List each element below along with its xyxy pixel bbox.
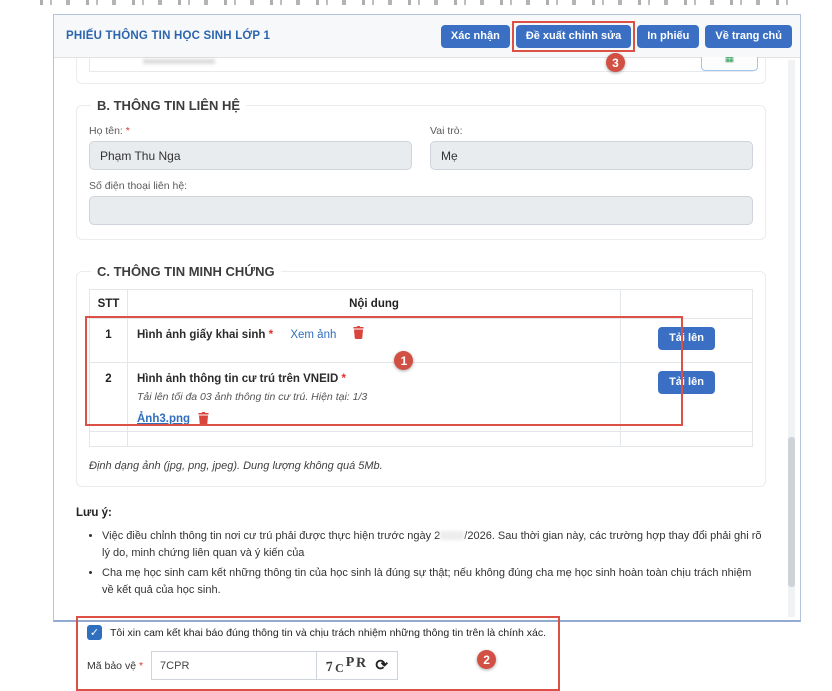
role-input[interactable]: Mẹ (430, 141, 753, 170)
col-header-actions (621, 290, 753, 319)
col-header-content: Nội dung (128, 290, 621, 319)
print-button[interactable]: In phiếu (637, 25, 699, 48)
clipped-text-remnant (40, 0, 792, 5)
row2-index: 2 (90, 363, 128, 432)
annotation-step-3: 3 (606, 53, 625, 72)
section-a-inner-fragment: ▦ (89, 58, 753, 72)
annotation-step-2: 2 (477, 650, 496, 669)
note-item-1: Việc điều chỉnh thông tin nơi cư trú phả… (102, 528, 766, 561)
delete-image-icon[interactable] (353, 326, 364, 339)
confirm-button[interactable]: Xác nhận (441, 25, 510, 48)
upload-button-row1[interactable]: Tải lên (658, 327, 715, 350)
section-b-title: B. THÔNG TIN LIÊN HỆ (91, 98, 246, 113)
view-image-link[interactable]: Xem ảnh (290, 329, 336, 341)
phone-label: Số điện thoại liên hệ: (89, 180, 753, 192)
row1-title: Hình ảnh giấy khai sinh * (137, 326, 276, 341)
required-mark: * (126, 125, 130, 137)
home-button[interactable]: Về trang chủ (705, 25, 792, 48)
section-b: B. THÔNG TIN LIÊN HỆ Họ tên: * Phạm Thu … (76, 98, 766, 240)
col-header-stt: STT (90, 290, 128, 319)
section-a-fragment: ▦ (76, 58, 766, 84)
propose-edit-button[interactable]: Đề xuất chỉnh sửa (516, 25, 631, 48)
student-info-panel: PHIẾU THÔNG TIN HỌC SINH LỚP 1 Xác nhận … (53, 14, 801, 622)
commit-checkbox-label: Tôi xin cam kết khai báo đúng thông tin … (110, 627, 546, 639)
field-fullname: Họ tên: * Phạm Thu Nga (89, 123, 412, 170)
table-header-row: STT Nội dung (90, 290, 753, 319)
notes-label: Lưu ý: (76, 507, 766, 519)
fullname-input[interactable]: Phạm Thu Nga (89, 141, 412, 170)
refresh-captcha-icon[interactable]: ⟳ (375, 658, 388, 673)
section-c: C. THÔNG TIN MINH CHỨNG STT Nội dung 1 (76, 264, 766, 487)
captcha-image: 7CPR ⟳ (317, 652, 397, 679)
table-empty-row (90, 432, 753, 447)
excel-icon: ▦ (725, 57, 734, 64)
note-item-2: Cha mẹ học sinh cam kết những thông tin … (102, 565, 766, 598)
commit-checkbox[interactable] (87, 625, 102, 640)
table-row: 1 Hình ảnh giấy khai sinh * Xem ảnh (90, 319, 753, 363)
uploaded-file-link[interactable]: Ảnh3.png (137, 413, 190, 425)
panel-header: PHIẾU THÔNG TIN HỌC SINH LỚP 1 Xác nhận … (54, 15, 800, 58)
phone-input[interactable] (89, 196, 753, 225)
evidence-table: STT Nội dung 1 Hình ảnh giấy khai sinh * (89, 289, 753, 447)
field-phone: Số điện thoại liên hệ: (89, 180, 753, 225)
field-role: Vai trò: Mẹ (430, 123, 753, 170)
table-row: 2 Hình ảnh thông tin cư trú trên VNEID *… (90, 363, 753, 432)
form-content: ▦ B. THÔNG TIN LIÊN HỆ Họ tên: * Phạm Th… (54, 58, 800, 691)
notes-block: Lưu ý: Việc điều chỉnh thông tin nơi cư … (76, 507, 766, 598)
commit-block: Tôi xin cam kết khai báo đúng thông tin … (76, 616, 560, 691)
page-title: PHIẾU THÔNG TIN HỌC SINH LỚP 1 (66, 30, 435, 42)
redacted-date (440, 531, 464, 540)
delete-file-icon[interactable] (198, 412, 209, 425)
export-button-partial[interactable]: ▦ (701, 57, 758, 71)
image-format-note: Định dạng ảnh (jpg, png, jpeg). Dung lượ… (89, 460, 753, 472)
row1-index: 1 (90, 319, 128, 363)
role-label: Vai trò: (430, 125, 753, 137)
row2-note: Tải lên tối đa 03 ảnh thông tin cư trú. … (137, 391, 611, 403)
evidence-table-wrap: STT Nội dung 1 Hình ảnh giấy khai sinh * (89, 289, 753, 447)
captcha-input[interactable] (152, 652, 317, 679)
upload-button-row2[interactable]: Tải lên (658, 371, 715, 394)
row2-title: Hình ảnh thông tin cư trú trên VNEID * (137, 370, 346, 385)
captcha-label: Mã bảo vệ * (87, 660, 143, 672)
section-c-title: C. THÔNG TIN MINH CHỨNG (91, 264, 281, 279)
fullname-label: Họ tên: * (89, 125, 412, 137)
